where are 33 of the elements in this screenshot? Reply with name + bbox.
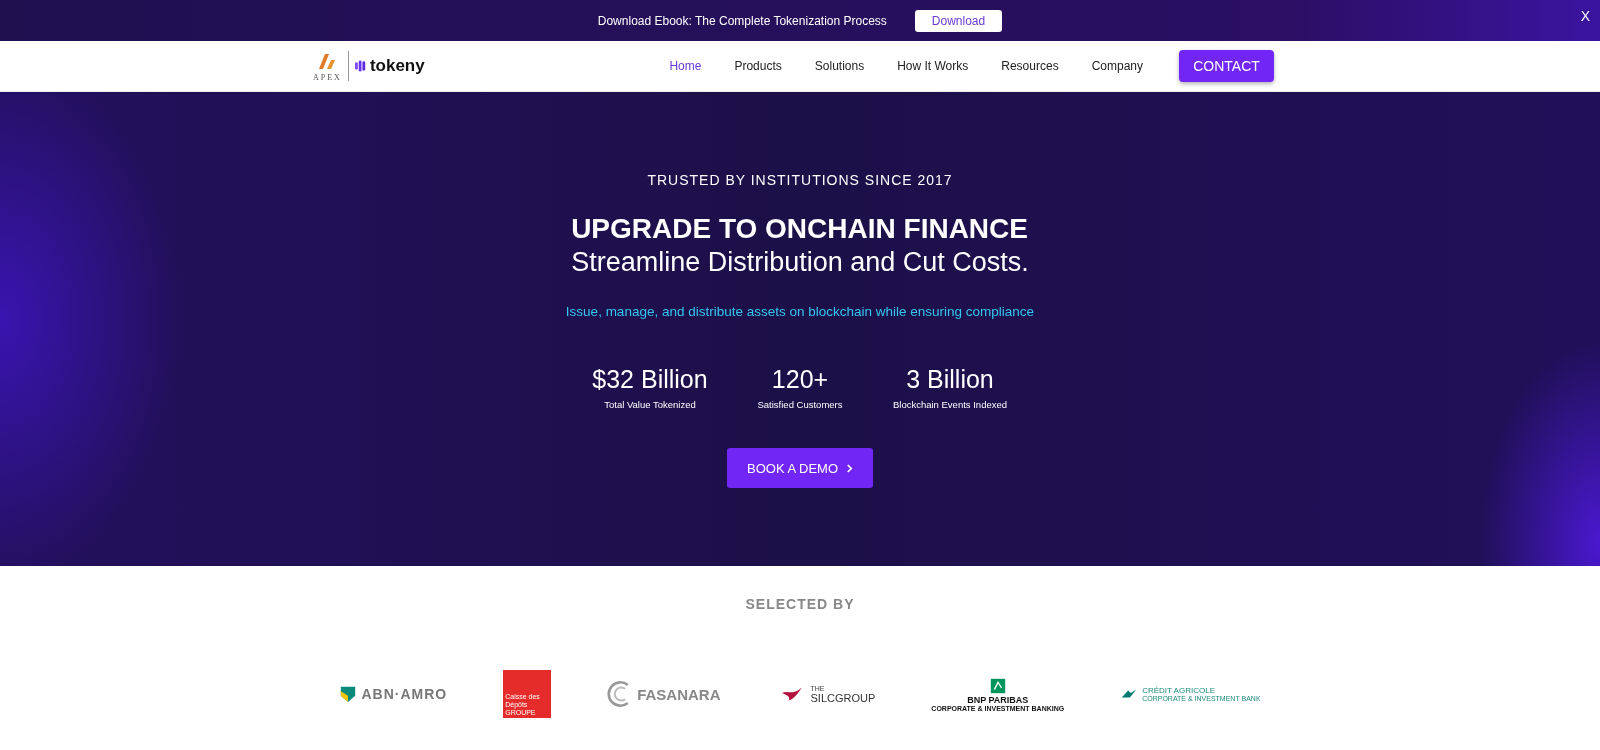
- hero-tagline: Issue, manage, and distribute assets on blockchain while ensuring compliance: [565, 304, 1035, 319]
- close-button[interactable]: X: [1576, 8, 1594, 24]
- section-heading: SELECTED BY: [745, 596, 855, 612]
- nav-link[interactable]: Resources: [1001, 59, 1059, 73]
- contact-button[interactable]: CONTACT: [1179, 50, 1274, 82]
- logo-icon: [339, 685, 358, 703]
- hero-subtitle: Streamline Distribution and Cut Costs.: [571, 246, 1029, 278]
- chevron-icon: [846, 463, 853, 473]
- nav-link[interactable]: How It Works: [897, 59, 969, 73]
- hero-title: UPGRADE TO ONCHAIN FINANCE: [571, 212, 1029, 246]
- book-demo-button[interactable]: BOOK A DEMO: [727, 448, 873, 488]
- stat-value: 3 Billion: [906, 364, 994, 395]
- nav-link[interactable]: Home: [669, 59, 702, 73]
- stat-value: 120+: [771, 364, 829, 395]
- logo-text: FASANARA: [637, 685, 721, 703]
- hero-eyebrow: TRUSTED BY INSTITUTIONS SINCE 2017: [647, 172, 953, 188]
- nav-link[interactable]: Products: [734, 59, 782, 73]
- announcement-text: Download Ebook: The Complete Tokenization Process: [597, 13, 887, 28]
- nav-link[interactable]: Solutions: [814, 59, 865, 73]
- logo-text: CRÉDIT AGRICOLE: [1142, 686, 1216, 695]
- wave-icon: [354, 60, 368, 72]
- logo-text: tokeny: [369, 56, 425, 76]
- logo-icon: [988, 676, 1007, 695]
- stat-label: Blockchain Events Indexed: [892, 399, 1008, 410]
- stat-label: Satisfied Customers: [757, 399, 843, 410]
- logo-text: BNP PARIBAS: [967, 694, 1029, 705]
- stat-value: $32 Billion: [592, 364, 708, 395]
- logo-text: SILCGROUP: [810, 691, 876, 704]
- stat-label: Total Value Tokenized: [604, 399, 696, 410]
- logo-text: APEX: [313, 72, 342, 82]
- logo-text: ABN·AMRO: [361, 686, 448, 702]
- nav-link[interactable]: Company: [1091, 59, 1143, 73]
- download-button[interactable]: Download: [914, 9, 1003, 32]
